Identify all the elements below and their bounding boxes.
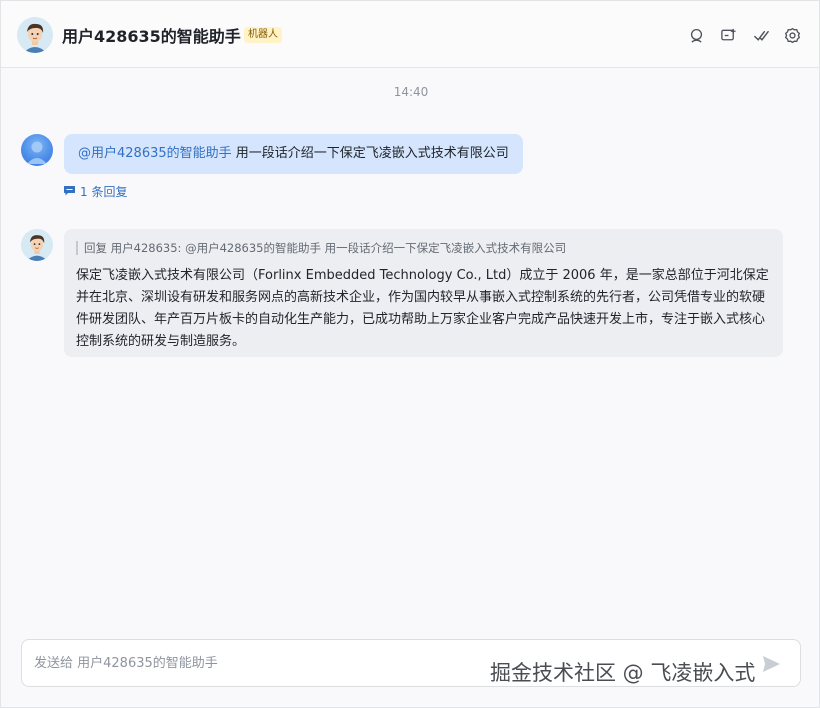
chat-title: 用户428635的智能助手 [62,27,241,46]
send-icon[interactable] [760,653,782,675]
chat-window: 用户428635的智能助手 机器人 14:40 @用户428635的智能助手 用… [0,0,820,708]
bot-message-bubble[interactable]: 回复 用户428635: @用户428635的智能助手 用一段话介绍一下保定飞凌… [64,229,783,357]
bot-avatar[interactable] [21,229,53,261]
user-avatar[interactable] [21,134,53,166]
gear-icon[interactable] [782,25,802,45]
chat-header: 用户428635的智能助手 机器人 [1,1,819,68]
reply-count-label: 1 条回复 [80,185,128,199]
mention-link[interactable]: @用户428635的智能助手 [78,146,232,161]
add-tab-icon[interactable] [718,25,738,45]
message-timestamp: 14:40 [393,85,429,99]
bot-avatar-large[interactable] [17,17,53,53]
bot-message-text: 保定飞凌嵌入式技术有限公司（Forlinx Embedded Technolog… [76,268,769,349]
reply-quote[interactable]: 回复 用户428635: @用户428635的智能助手 用一段话介绍一下保定飞凌… [76,241,771,255]
reply-count-link[interactable]: 1 条回复 [63,183,127,200]
watermark-text: 掘金技术社区 @ 飞凌嵌入式 [490,661,756,685]
user-message-text: 用一段话介绍一下保定飞凌嵌入式技术有限公司 [231,146,509,161]
user-message-bubble[interactable]: @用户428635的智能助手 用一段话介绍一下保定飞凌嵌入式技术有限公司 [64,134,523,174]
bot-badge: 机器人 [244,27,282,43]
search-icon[interactable] [686,25,706,45]
checkmark-icon[interactable] [751,25,771,45]
comment-icon [63,184,76,200]
